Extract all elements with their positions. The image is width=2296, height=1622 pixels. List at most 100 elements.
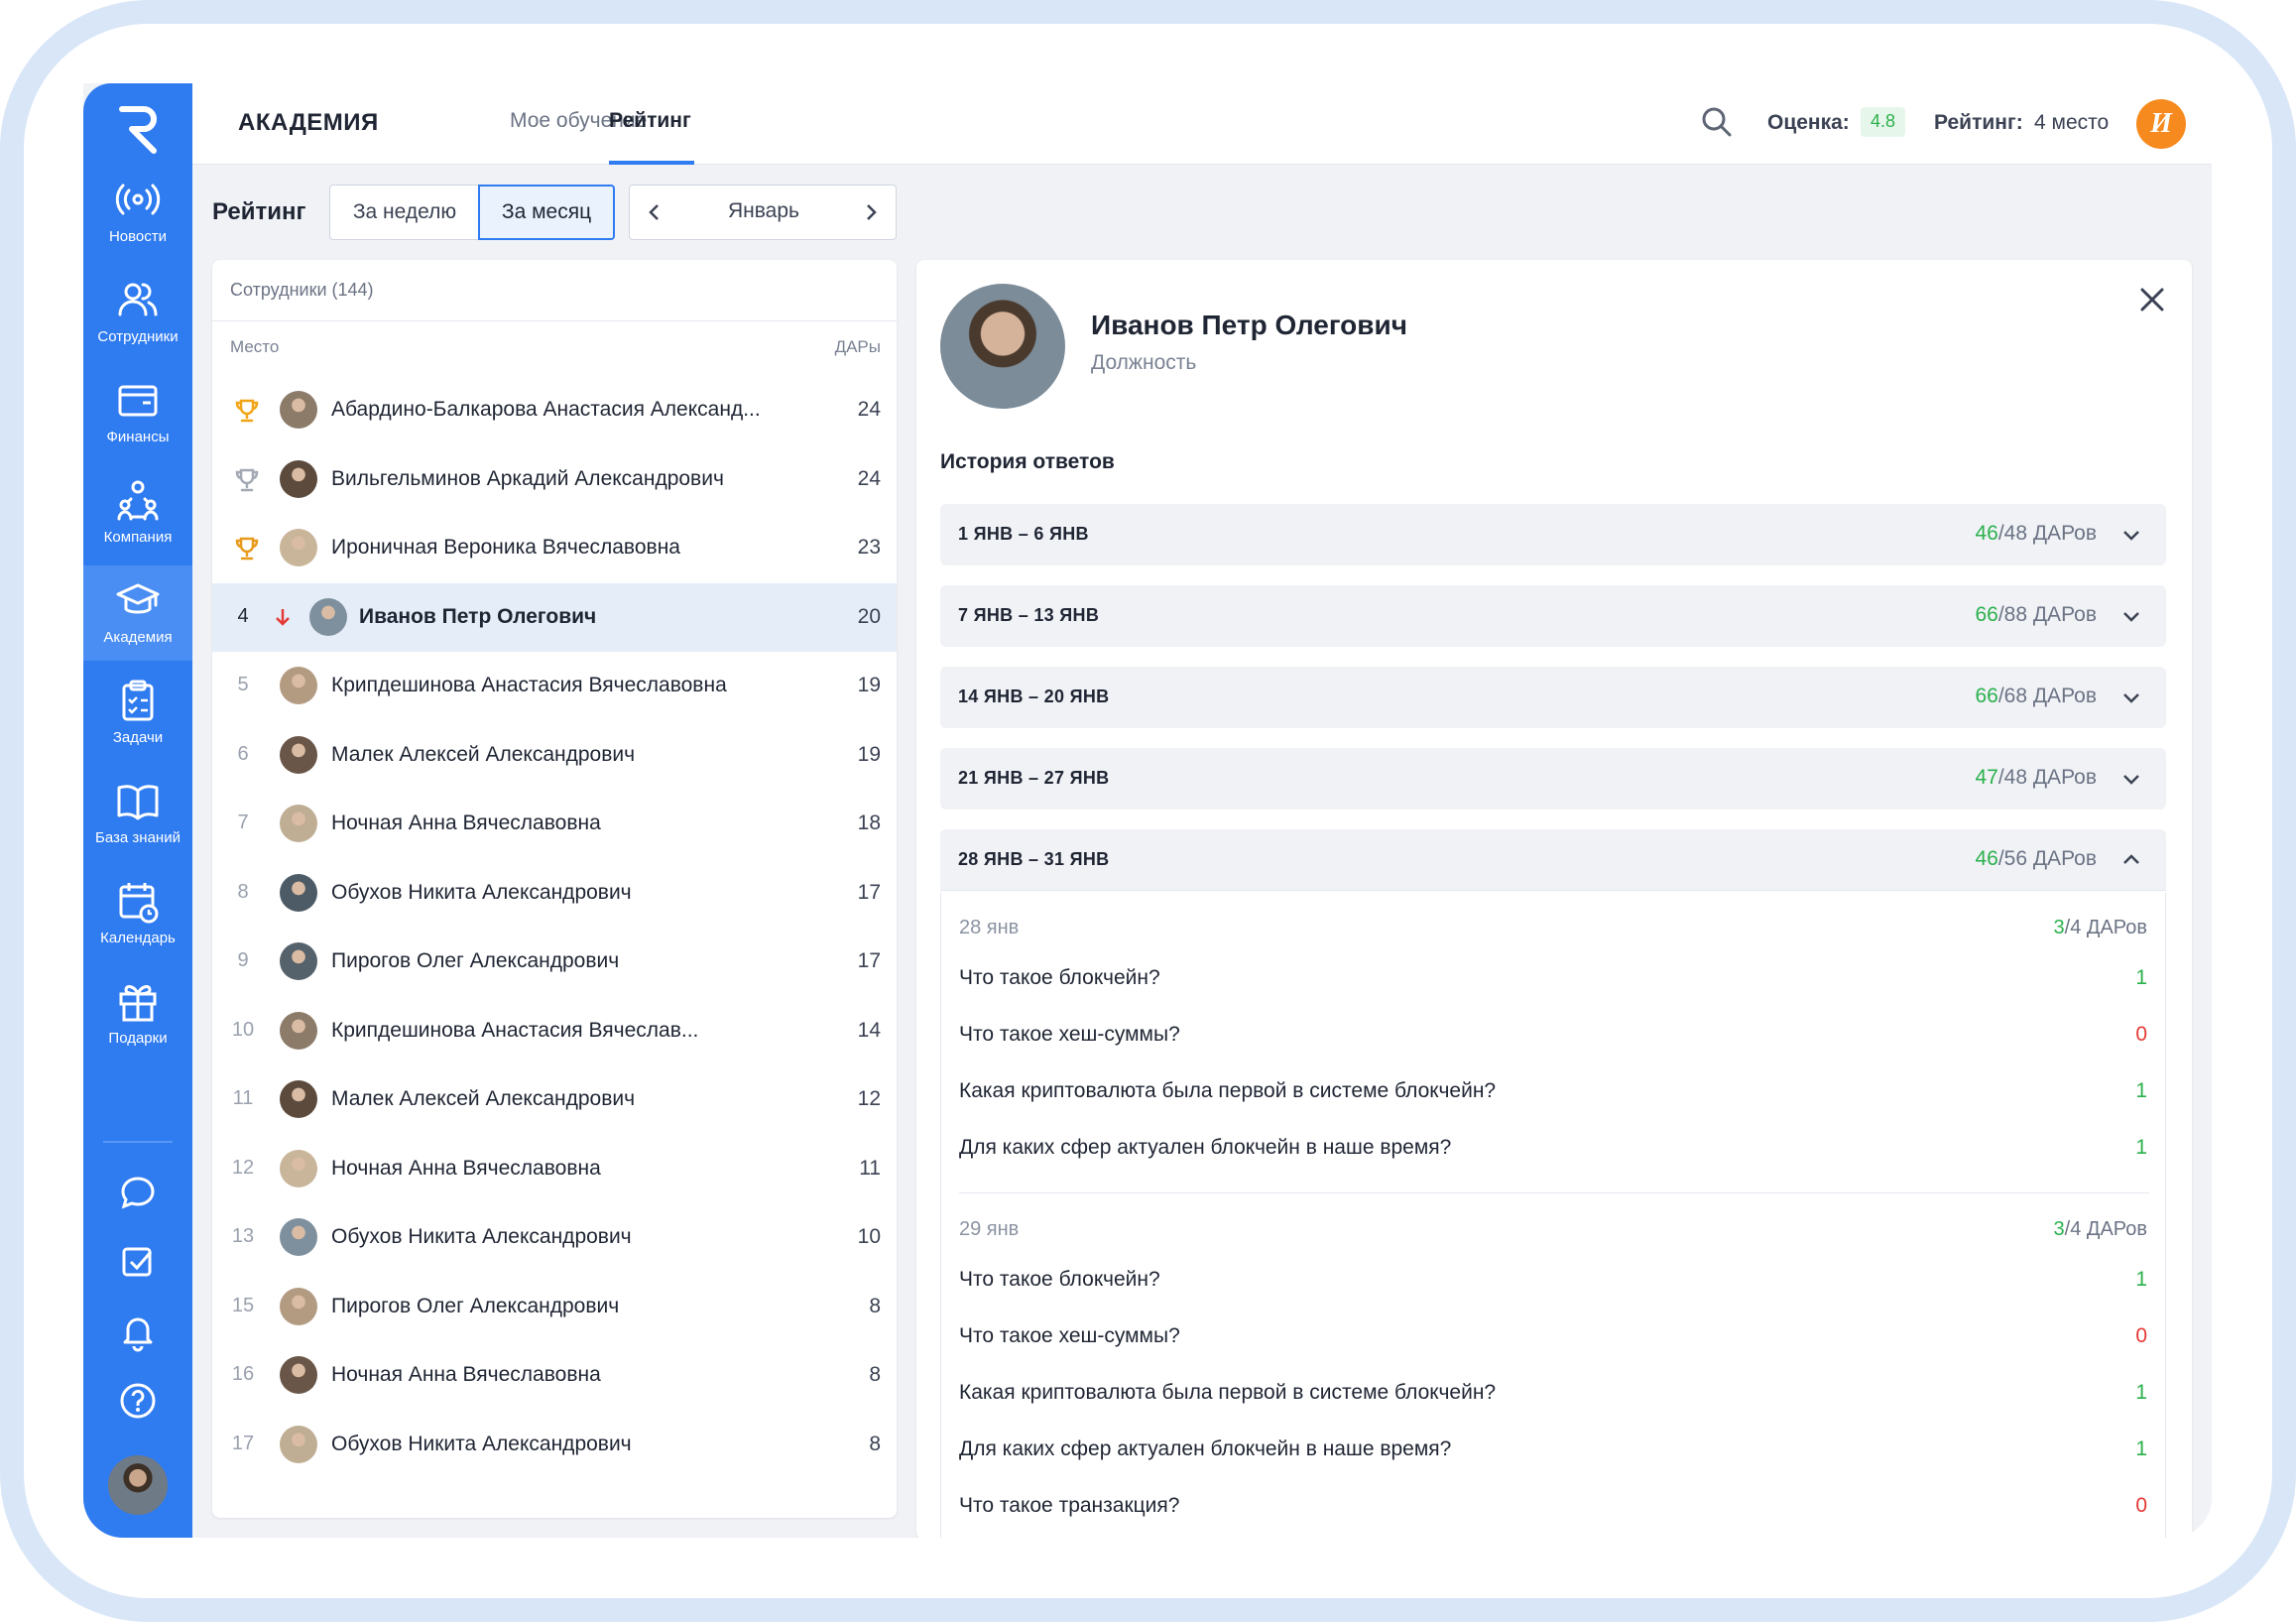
profile-avatar [940, 284, 1065, 409]
question-score: 1 [2135, 1268, 2147, 1291]
score-label: Оценка: [1767, 111, 1850, 134]
rating-label: Рейтинг: [1934, 111, 2023, 134]
arrow-down-icon [276, 608, 290, 626]
filter-week-button[interactable]: За неделю [329, 185, 480, 240]
close-icon[interactable] [2136, 284, 2168, 315]
sidebar-item-clipboard[interactable]: Задачи [83, 666, 192, 761]
employee-rank: 17 [231, 1432, 255, 1454]
graduation-cap-icon [116, 583, 160, 614]
avatar [280, 1218, 317, 1256]
rating-value: 4 место [2034, 111, 2110, 134]
sidebar-item-gift[interactable]: Подарки [83, 966, 192, 1061]
employee-row[interactable]: 15 Пирогов Олег Александрович 8 [212, 1273, 897, 1341]
week-accordion[interactable]: 21 ЯНВ – 27 ЯНВ 47/48 ДАРов [940, 748, 2166, 810]
question-text: Какая криптовалюта была первой в системе… [959, 1381, 1497, 1404]
employee-points: 8 [869, 1294, 881, 1317]
sidebar-item-company[interactable]: Компания [83, 465, 192, 561]
employee-row[interactable]: 16 Ночная Анна Вячеславовна 8 [212, 1341, 897, 1410]
sidebar-item-broadcast[interactable]: Новости [83, 165, 192, 260]
week-range: 1 ЯНВ – 6 ЯНВ [958, 524, 1089, 544]
week-accordion[interactable]: 28 ЯНВ – 31 ЯНВ 46/56 ДАРов [940, 829, 2166, 891]
avatar [280, 1080, 317, 1118]
chat-icon[interactable] [116, 1171, 160, 1214]
employee-row[interactable]: 13 Обухов Никита Александрович 10 [212, 1203, 897, 1272]
history-title: История ответов [940, 450, 1115, 473]
week-details: 28 янв 3/4 ДАРов Что такое блокчейн? 1 Что т… [940, 893, 2166, 1538]
employee-points: 8 [869, 1363, 881, 1386]
question-text: Для каких сфер актуален блокчейн в наше … [959, 1136, 1452, 1159]
question-score: 0 [2135, 1023, 2147, 1046]
filter-month-button[interactable]: За месяц [478, 185, 615, 240]
sidebar: Новости Сотрудники Финансы Компания Академия… [83, 83, 192, 1538]
employee-row[interactable]: 6 Малек Алексей Александрович 19 [212, 721, 897, 790]
employee-row[interactable]: 4 Иванов Петр Олегович 20 [212, 582, 897, 652]
employee-rank: 13 [231, 1225, 255, 1247]
employee-points: 23 [857, 536, 881, 559]
employees-panel: Сотрудники (144) Место ДАРы Абардино-Бал… [212, 260, 897, 1518]
employee-name: Малек Алексей Александрович [331, 742, 636, 766]
sidebar-item-graduation-cap[interactable]: Академия [83, 565, 192, 661]
tab-rating[interactable]: Рейтинг [609, 109, 691, 133]
employee-row[interactable]: Вильгельминов Аркадий Александрович 24 [212, 445, 897, 514]
sidebar-item-label: Академия [103, 629, 173, 646]
week-accordion[interactable]: 14 ЯНВ – 20 ЯНВ 66/68 ДАРов [940, 667, 2166, 728]
checkbox-icon[interactable] [116, 1240, 160, 1284]
employee-points: 10 [857, 1225, 881, 1248]
avatar [280, 529, 317, 566]
sidebar-item-wallet[interactable]: Финансы [83, 365, 192, 460]
employee-rank: 6 [237, 742, 249, 765]
employee-points: 20 [857, 604, 881, 628]
bell-icon[interactable] [116, 1310, 160, 1353]
week-accordion[interactable]: 1 ЯНВ – 6 ЯНВ 46/48 ДАРов [940, 504, 2166, 565]
avatar [280, 1356, 317, 1394]
avatar [280, 1425, 317, 1463]
employee-rank: 8 [237, 880, 249, 903]
score-badge: 4.8 [1861, 107, 1906, 137]
employee-rank: 11 [232, 1087, 254, 1109]
question-score: 0 [2135, 1494, 2147, 1517]
employee-name: Ночная Анна Вячеславовна [331, 1156, 601, 1180]
sidebar-item-label: База знаний [95, 829, 181, 846]
sidebar-user-avatar[interactable] [105, 1452, 171, 1518]
sidebar-item-label: Компания [103, 529, 173, 546]
sidebar-item-label: Календарь [100, 930, 176, 946]
employee-points: 19 [857, 742, 881, 766]
employee-rank: 4 [237, 604, 249, 627]
top-bar: АКАДЕМИЯ Мое обучение Рейтинг Оценка: 4.… [192, 83, 2212, 165]
employee-rank: 12 [231, 1156, 255, 1179]
employee-row[interactable]: 11 Малек Алексей Александрович 12 [212, 1065, 897, 1134]
search-icon[interactable] [1700, 105, 1734, 139]
help-icon[interactable] [116, 1379, 160, 1423]
sidebar-item-label: Сотрудники [97, 328, 179, 345]
employee-row[interactable]: 10 Крипдешинова Анастасия Вячеслав... 14 [212, 997, 897, 1065]
employee-row[interactable]: Ироничная Вероника Вячеславовна 23 [212, 514, 897, 582]
question-score: 1 [2135, 1437, 2147, 1460]
week-score: 66/68 ДАРов [1975, 685, 2097, 707]
sidebar-item-users[interactable]: Сотрудники [83, 265, 192, 360]
employee-row[interactable]: 17 Обухов Никита Александрович 8 [212, 1411, 897, 1479]
week-accordion[interactable]: 7 ЯНВ – 13 ЯНВ 66/88 ДАРов [940, 585, 2166, 647]
users-icon [118, 283, 158, 316]
employee-row[interactable]: 5 Крипдешинова Анастасия Вячеславовна 19 [212, 652, 897, 720]
employee-name: Абардино-Балкарова Анастасия Александ... [331, 398, 761, 421]
employee-row[interactable]: 8 Обухов Никита Александрович 17 [212, 859, 897, 928]
employee-name: Ночная Анна Вячеславовна [331, 811, 601, 834]
sidebar-item-book[interactable]: База знаний [83, 766, 192, 861]
employee-points: 19 [857, 674, 881, 696]
week-score: 46/56 ДАРов [1975, 847, 2097, 870]
employee-row[interactable]: 12 Ночная Анна Вячеславовна 11 [212, 1135, 897, 1203]
chevron-right-icon[interactable] [860, 201, 882, 223]
user-avatar-badge[interactable]: И [2136, 99, 2186, 149]
employee-points: 11 [859, 1156, 881, 1180]
trophy-icon [235, 537, 259, 561]
employee-rank: 16 [231, 1363, 255, 1385]
employee-name: Иванов Петр Олегович [359, 604, 597, 628]
employee-row[interactable]: 7 Ночная Анна Вячеславовна 18 [212, 790, 897, 858]
employee-row[interactable]: Абардино-Балкарова Анастасия Александ...… [212, 376, 897, 444]
employees-header: Сотрудники (144) [212, 260, 897, 321]
avatar [280, 735, 317, 774]
employee-row[interactable]: 9 Пирогов Олег Александрович 17 [212, 928, 897, 996]
logo-icon[interactable] [116, 103, 160, 155]
employee-name: Малек Алексей Александрович [331, 1087, 636, 1110]
sidebar-item-calendar[interactable]: Календарь [83, 866, 192, 961]
